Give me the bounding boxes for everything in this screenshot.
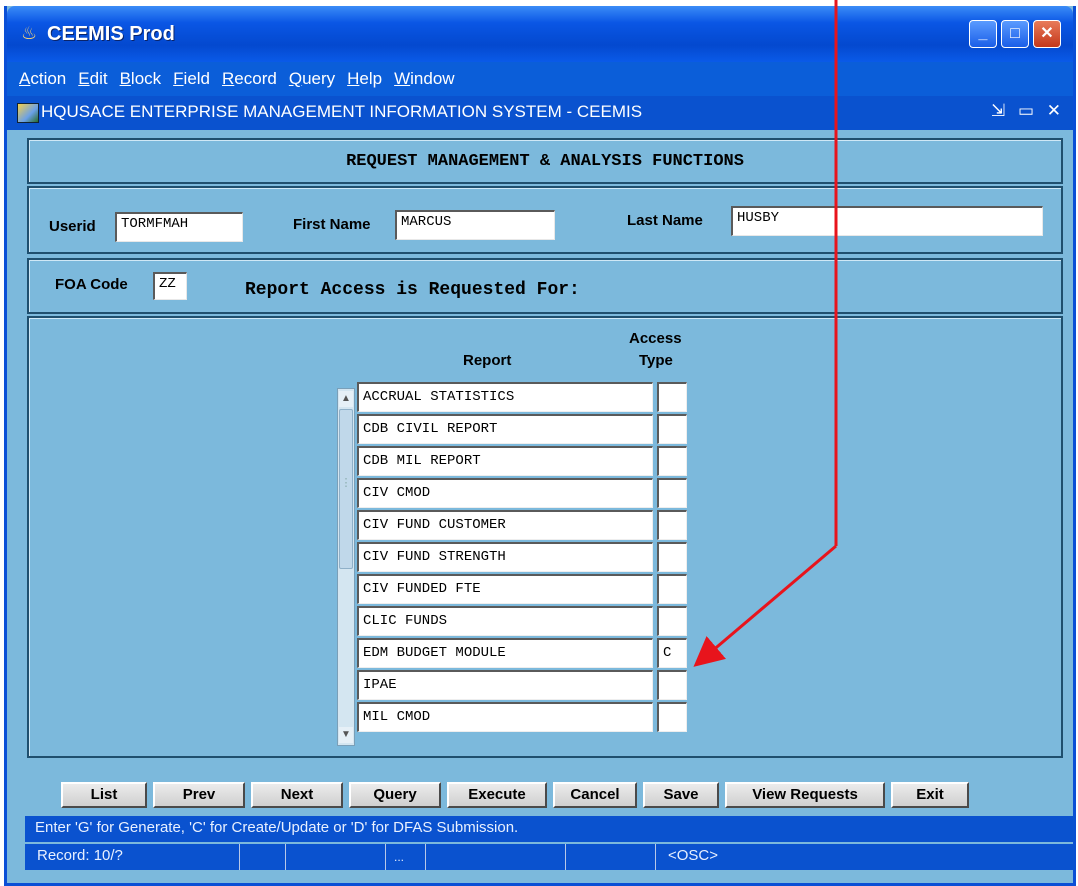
status-cell-empty — [239, 844, 285, 870]
access-type-field[interactable] — [657, 382, 687, 412]
form-window-controls[interactable]: ⇲ ▭ ✕ — [991, 101, 1065, 121]
report-name-field[interactable]: EDM BUDGET MODULE — [357, 638, 653, 668]
app-window: ♨ CEEMIS Prod _ □ ✕ Action Edit Block Fi… — [4, 6, 1076, 886]
access-type-field[interactable] — [657, 446, 687, 476]
list-item: CDB MIL REPORT — [357, 446, 687, 476]
osc-indicator: <OSC> — [655, 844, 775, 870]
list-item: CIV FUNDED FTE — [357, 574, 687, 604]
list-item: ACCRUAL STATISTICS — [357, 382, 687, 412]
minimize-button[interactable]: _ — [969, 20, 997, 48]
access-heading: Report Access is Requested For: — [245, 280, 580, 300]
close-button[interactable]: ✕ — [1033, 20, 1061, 48]
page-title: REQUEST MANAGEMENT & ANALYSIS FUNCTIONS — [346, 152, 744, 171]
exit-button[interactable]: Exit — [891, 782, 969, 808]
report-name-field[interactable]: CDB MIL REPORT — [357, 446, 653, 476]
access-column-header-line2: Type — [639, 352, 673, 369]
next-button[interactable]: Next — [251, 782, 343, 808]
report-name-field[interactable]: CIV FUNDED FTE — [357, 574, 653, 604]
foa-label: FOA Code — [55, 276, 128, 293]
status-bar: Record: 10/? ... <OSC> — [25, 844, 1075, 870]
list-item: IPAE — [357, 670, 687, 700]
record-indicator: Record: 10/? — [37, 847, 123, 864]
menu-record[interactable]: Record — [222, 69, 277, 89]
report-name-field[interactable]: CLIC FUNDS — [357, 606, 653, 636]
lastname-field[interactable]: HUSBY — [731, 206, 1043, 236]
report-column-header: Report — [463, 352, 512, 369]
view-requests-button[interactable]: View Requests — [725, 782, 885, 808]
cancel-button[interactable]: Cancel — [553, 782, 637, 808]
list-item: CIV CMOD — [357, 478, 687, 508]
save-button[interactable]: Save — [643, 782, 719, 808]
foa-field[interactable]: ZZ — [153, 272, 187, 300]
report-name-field[interactable]: IPAE — [357, 670, 653, 700]
access-type-field[interactable] — [657, 670, 687, 700]
foa-panel: FOA Code ZZ Report Access is Requested F… — [27, 258, 1063, 314]
status-ellipsis: ... — [385, 844, 425, 870]
access-type-field[interactable] — [657, 702, 687, 732]
report-name-field[interactable]: MIL CMOD — [357, 702, 653, 732]
list-item: CIV FUND STRENGTH — [357, 542, 687, 572]
status-hint: Enter 'G' for Generate, 'C' for Create/U… — [35, 819, 519, 836]
list-item: CIV FUND CUSTOMER — [357, 510, 687, 540]
access-type-field[interactable]: C — [657, 638, 687, 668]
lastname-label: Last Name — [627, 212, 703, 229]
prev-button[interactable]: Prev — [153, 782, 245, 808]
status-cell-empty — [285, 844, 385, 870]
userid-field[interactable]: TORMFMAH — [115, 212, 243, 242]
form-title-bar: HQUSACE ENTERPRISE MANAGEMENT INFORMATIO… — [7, 96, 1073, 130]
status-cell-empty — [565, 844, 655, 870]
report-name-field[interactable]: CIV FUND CUSTOMER — [357, 510, 653, 540]
form-window-title: HQUSACE ENTERPRISE MANAGEMENT INFORMATIO… — [41, 102, 643, 121]
report-name-field[interactable]: ACCRUAL STATISTICS — [357, 382, 653, 412]
execute-button[interactable]: Execute — [447, 782, 547, 808]
firstname-field[interactable]: MARCUS — [395, 210, 555, 240]
menu-block[interactable]: Block — [120, 69, 162, 89]
menu-bar: Action Edit Block Field Record Query Hel… — [7, 62, 1073, 96]
title-bar[interactable]: ♨ CEEMIS Prod _ □ ✕ — [7, 6, 1073, 62]
menu-query[interactable]: Query — [289, 69, 335, 89]
access-type-field[interactable] — [657, 606, 687, 636]
java-cup-icon: ♨ — [21, 23, 38, 43]
report-name-field[interactable]: CIV CMOD — [357, 478, 653, 508]
header-panel: REQUEST MANAGEMENT & ANALYSIS FUNCTIONS — [27, 138, 1063, 184]
scroll-up-icon[interactable]: ▲ — [339, 391, 353, 407]
menu-help[interactable]: Help — [347, 69, 382, 89]
window-title: CEEMIS Prod — [47, 23, 175, 45]
menu-field[interactable]: Field — [173, 69, 210, 89]
form-icon — [17, 103, 39, 123]
report-name-field[interactable]: CIV FUND STRENGTH — [357, 542, 653, 572]
access-type-field[interactable] — [657, 542, 687, 572]
list-item: CDB CIVIL REPORT — [357, 414, 687, 444]
user-panel: Userid TORMFMAH First Name MARCUS Last N… — [27, 186, 1063, 254]
access-type-field[interactable] — [657, 414, 687, 444]
status-cell-empty — [425, 844, 565, 870]
access-type-field[interactable] — [657, 574, 687, 604]
report-name-field[interactable]: CDB CIVIL REPORT — [357, 414, 653, 444]
list-item: CLIC FUNDS — [357, 606, 687, 636]
maximize-button[interactable]: □ — [1001, 20, 1029, 48]
userid-label: Userid — [49, 218, 96, 235]
list-item: EDM BUDGET MODULE C — [357, 638, 687, 668]
query-button[interactable]: Query — [349, 782, 441, 808]
access-type-field[interactable] — [657, 478, 687, 508]
access-type-field[interactable] — [657, 510, 687, 540]
firstname-label: First Name — [293, 216, 371, 233]
menu-edit[interactable]: Edit — [78, 69, 107, 89]
list-item: MIL CMOD — [357, 702, 687, 732]
menu-window[interactable]: Window — [394, 69, 454, 89]
list-button[interactable]: List — [61, 782, 147, 808]
access-column-header-line1: Access — [629, 330, 682, 347]
scroll-down-icon[interactable]: ▼ — [339, 727, 353, 743]
menu-action[interactable]: Action — [19, 69, 66, 89]
scroll-thumb[interactable]: ⋮ — [339, 409, 353, 569]
report-scrollbar[interactable]: ▲ ⋮ ▼ — [337, 388, 355, 746]
hint-bar: Enter 'G' for Generate, 'C' for Create/U… — [25, 816, 1075, 842]
